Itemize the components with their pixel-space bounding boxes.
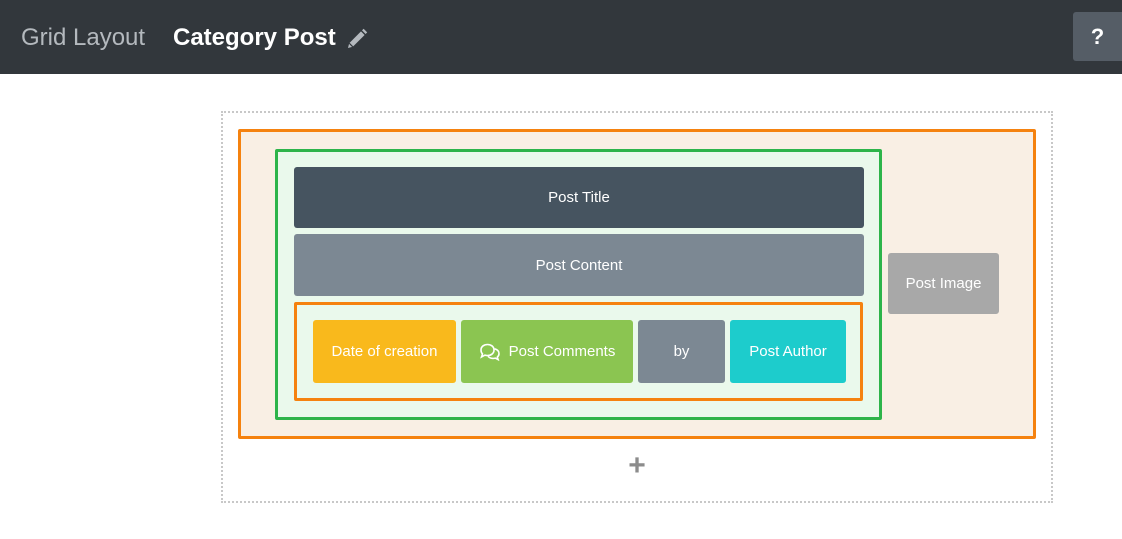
app-name: Grid Layout	[21, 24, 146, 51]
by-block[interactable]: by	[638, 320, 725, 383]
add-row-button[interactable]: +	[624, 451, 650, 481]
post-title-block[interactable]: Post Title	[294, 167, 864, 228]
top-bar: Grid Layout Category Post ?	[0, 0, 1122, 74]
post-content-label: Post Content	[535, 256, 623, 274]
post-image-label: Post Image	[905, 275, 982, 292]
post-comments-label: Post Comments	[508, 343, 616, 360]
post-content-block[interactable]: Post Content	[294, 234, 864, 296]
date-of-creation-block[interactable]: Date of creation	[313, 320, 456, 383]
post-image-block[interactable]: Post Image	[888, 253, 999, 314]
post-author-label: Post Author	[749, 343, 827, 360]
page-title[interactable]: Category Post	[173, 23, 336, 53]
by-label: by	[673, 343, 690, 360]
comments-icon	[479, 343, 500, 361]
post-title-label: Post Title	[548, 189, 610, 206]
post-comments-block[interactable]: Post Comments	[461, 320, 633, 383]
pencil-icon[interactable]	[345, 27, 369, 51]
help-button[interactable]: ?	[1073, 12, 1122, 61]
date-label: Date of creation	[331, 343, 438, 360]
post-author-block[interactable]: Post Author	[730, 320, 846, 383]
